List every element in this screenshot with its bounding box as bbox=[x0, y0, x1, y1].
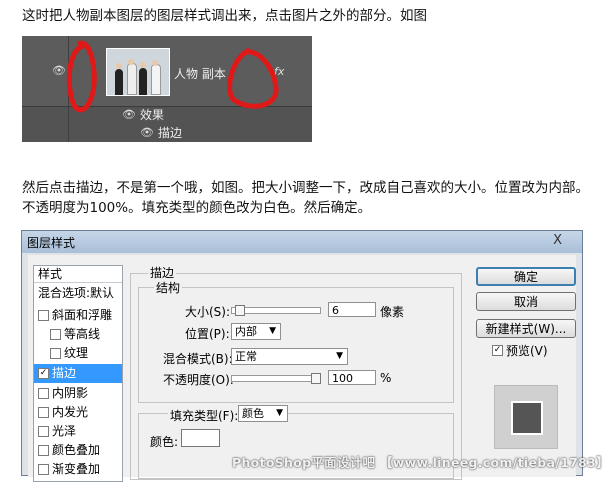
instruction-paragraph-2: 然后点击描边，不是第一个哦，如图。把大小调整一下，改成自己喜欢的大小。位置改为内… bbox=[22, 180, 589, 216]
cancel-button[interactable]: 取消 bbox=[476, 292, 576, 311]
style-item-label: 内发光 bbox=[52, 405, 89, 419]
style-item-inner-shadow[interactable]: 内阴影 bbox=[34, 384, 122, 403]
style-item-contour[interactable]: 等高线 bbox=[34, 325, 122, 344]
preview-swatch bbox=[511, 401, 543, 435]
style-item-label: 纹理 bbox=[64, 346, 89, 360]
opacity-label: 不透明度(O): bbox=[163, 373, 234, 387]
color-label: 颜色: bbox=[150, 435, 179, 449]
fill-type-select[interactable]: 颜色 ▼ bbox=[238, 405, 288, 422]
bevel-checkbox[interactable] bbox=[38, 310, 49, 321]
watermark-text: PhotoShop平面设计吧 【www.lineeg.com/tieba/178… bbox=[232, 455, 609, 470]
ok-button[interactable]: 确定 bbox=[476, 267, 576, 286]
gradient-overlay-checkbox[interactable] bbox=[38, 464, 49, 475]
dialog-title: 图层样式 bbox=[27, 236, 76, 250]
opacity-slider-track[interactable] bbox=[231, 375, 321, 382]
inner-glow-checkbox[interactable] bbox=[38, 407, 49, 418]
style-preview bbox=[494, 385, 558, 449]
new-style-button[interactable]: 新建样式(W)... bbox=[476, 319, 576, 338]
style-item-label: 光泽 bbox=[52, 424, 77, 438]
dialog-titlebar[interactable]: 图层样式 X bbox=[22, 231, 582, 253]
blend-mode-label: 混合模式(B): bbox=[163, 352, 233, 366]
layer-style-dialog: 图层样式 X 样式 混合选项:默认 斜面和浮雕 等高线 纹理 ✓ 描边 内阴影 … bbox=[21, 230, 583, 482]
style-item-inner-glow[interactable]: 内发光 bbox=[34, 403, 122, 422]
style-item-label: 渐变叠加 bbox=[52, 462, 101, 476]
red-annotation-circles bbox=[66, 40, 279, 113]
size-unit: 像素 bbox=[380, 305, 405, 319]
style-item-satin[interactable]: 光泽 bbox=[34, 422, 122, 441]
style-item-label: 斜面和浮雕 bbox=[52, 308, 113, 322]
styles-header[interactable]: 样式 bbox=[34, 266, 122, 283]
close-icon[interactable]: X bbox=[553, 233, 562, 248]
size-input[interactable]: 6 bbox=[328, 302, 376, 317]
stroke-color-swatch[interactable] bbox=[181, 429, 220, 447]
preview-label: 预览(V) bbox=[506, 344, 548, 358]
preview-checkbox[interactable]: ✓ bbox=[492, 345, 503, 356]
inner-shadow-checkbox[interactable] bbox=[38, 388, 49, 399]
texture-checkbox[interactable] bbox=[50, 348, 61, 359]
style-item-texture[interactable]: 纹理 bbox=[34, 344, 122, 363]
blend-mode-value: 正常 bbox=[235, 350, 257, 363]
fill-type-label: 填充类型(F): bbox=[168, 407, 241, 424]
style-item-color-overlay[interactable]: 颜色叠加 bbox=[34, 441, 122, 460]
stroke-checkbox[interactable]: ✓ bbox=[38, 368, 49, 379]
opacity-input[interactable]: 100 bbox=[328, 370, 376, 385]
position-label: 位置(P): bbox=[185, 327, 230, 341]
size-slider-handle[interactable] bbox=[235, 305, 245, 316]
instruction-paragraph-1: 这时把人物副本图层的图层样式调出来，点击图片之外的部分。如图 bbox=[22, 8, 427, 24]
style-item-stroke[interactable]: ✓ 描边 bbox=[34, 364, 122, 383]
style-item-gradient-overlay[interactable]: 渐变叠加 bbox=[34, 460, 122, 479]
position-value: 内部 bbox=[235, 325, 257, 338]
blend-mode-select[interactable]: 正常 ▼ bbox=[231, 348, 348, 365]
style-item-label: 内阴影 bbox=[52, 386, 89, 400]
layers-panel-screenshot: 👁 人物 副本 fx 👁 效果 👁 描边 bbox=[22, 36, 312, 142]
contour-checkbox[interactable] bbox=[50, 329, 61, 340]
styles-list: 样式 混合选项:默认 斜面和浮雕 等高线 纹理 ✓ 描边 内阴影 内发光 光泽 … bbox=[33, 265, 123, 482]
opacity-unit: % bbox=[380, 371, 392, 385]
style-item-label: 描边 bbox=[52, 366, 77, 380]
chevron-down-icon: ▼ bbox=[336, 351, 343, 361]
position-select[interactable]: 内部 ▼ bbox=[231, 323, 281, 340]
style-item-label: 等高线 bbox=[64, 327, 101, 341]
color-overlay-checkbox[interactable] bbox=[38, 445, 49, 456]
fill-type-value: 颜色 bbox=[242, 407, 264, 420]
opacity-slider-handle[interactable] bbox=[311, 373, 321, 384]
style-item-label: 颜色叠加 bbox=[52, 443, 101, 457]
chevron-down-icon: ▼ bbox=[276, 408, 283, 418]
size-label: 大小(S): bbox=[185, 305, 231, 319]
blend-options-item[interactable]: 混合选项:默认 bbox=[34, 284, 122, 303]
dialog-body: 样式 混合选项:默认 斜面和浮雕 等高线 纹理 ✓ 描边 内阴影 内发光 光泽 … bbox=[28, 255, 576, 482]
structure-section-title: 结构 bbox=[154, 279, 183, 296]
satin-checkbox[interactable] bbox=[38, 426, 49, 437]
style-item-bevel[interactable]: 斜面和浮雕 bbox=[34, 306, 122, 325]
chevron-down-icon: ▼ bbox=[269, 326, 276, 336]
